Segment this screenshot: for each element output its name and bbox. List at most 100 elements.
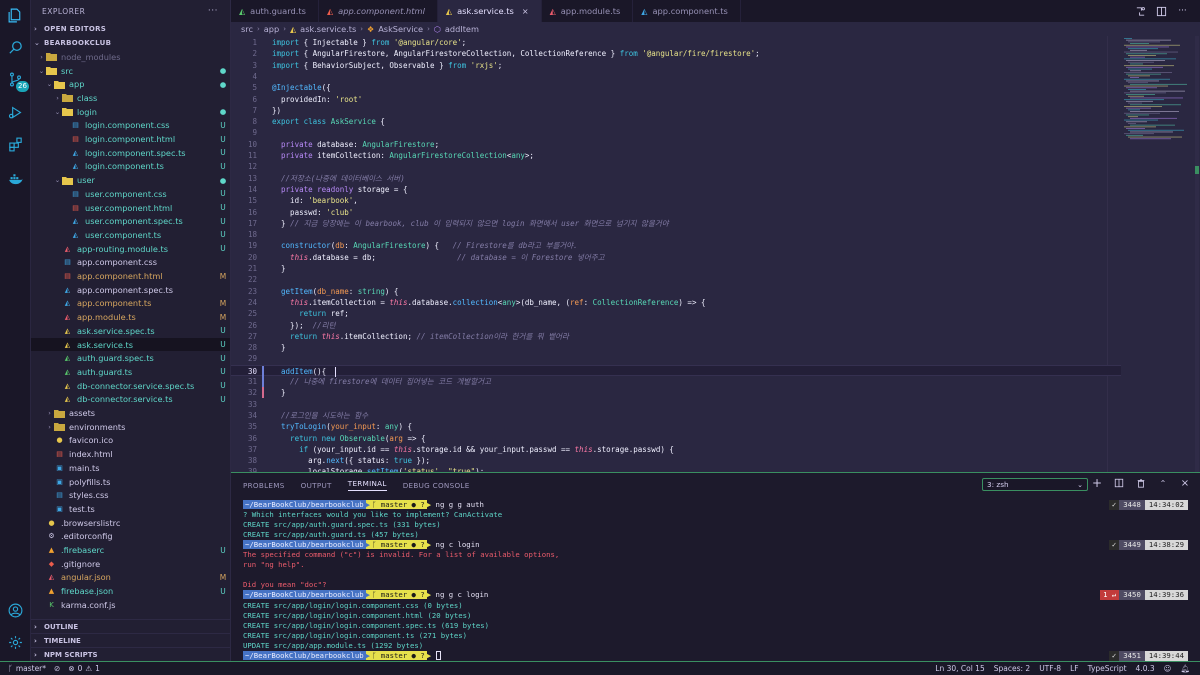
tree-item-login-component-ts[interactable]: ◭ login.component.ts U bbox=[31, 160, 230, 174]
close-panel-icon[interactable]: × bbox=[1180, 477, 1190, 489]
tree-item-test-ts[interactable]: ▣ test.ts bbox=[31, 502, 230, 516]
problems-item[interactable]: ⊗ 0 ⚠ 1 bbox=[68, 664, 100, 673]
outline-section[interactable]: › OUTLINE bbox=[31, 619, 230, 633]
tree-item-auth-guard-spec-ts[interactable]: ◭ auth.guard.spec.ts U bbox=[31, 351, 230, 365]
tree-item-favicon-ico[interactable]: ● favicon.ico bbox=[31, 434, 230, 448]
compare-changes-icon[interactable] bbox=[1135, 6, 1146, 17]
notifications-bell-icon[interactable]: 🔔︎ bbox=[1180, 664, 1190, 673]
cursor-position[interactable]: Ln 30, Col 15 bbox=[935, 664, 984, 673]
indentation[interactable]: Spaces: 2 bbox=[994, 664, 1030, 673]
tree-item-ask-service-spec-ts[interactable]: ◭ ask.service.spec.ts U bbox=[31, 324, 230, 338]
tree-item-user-component-ts[interactable]: ◭ user.component.ts U bbox=[31, 228, 230, 242]
tree-item-login[interactable]: ⌄ login ● bbox=[31, 105, 230, 119]
search-icon[interactable] bbox=[3, 35, 28, 60]
docker-icon[interactable] bbox=[3, 166, 28, 191]
tree-item-app-component-css[interactable]: ▤ app.component.css bbox=[31, 256, 230, 270]
tree-item-app-routing-module-ts[interactable]: ◭ app-routing.module.ts U bbox=[31, 242, 230, 256]
ts-version[interactable]: 4.0.3 bbox=[1136, 664, 1155, 673]
tree-item-assets[interactable]: › assets bbox=[31, 406, 230, 420]
tree-item-styles-css[interactable]: ▤ styles.css bbox=[31, 488, 230, 502]
prompt-path: ~/BearBookClub/bearbookclub bbox=[243, 590, 366, 600]
typescript-file-icon: ▣ bbox=[56, 477, 63, 486]
split-terminal-icon[interactable] bbox=[1114, 477, 1124, 489]
panel-tab-problems[interactable]: PROBLEMS bbox=[243, 481, 285, 490]
tab-app-component-ts[interactable]: ◭ app.component.ts bbox=[633, 0, 741, 22]
explorer-icon[interactable] bbox=[3, 3, 28, 28]
tree-item-index-html[interactable]: ▤ index.html bbox=[31, 447, 230, 461]
maximize-panel-icon[interactable]: ⌃ bbox=[1158, 477, 1168, 489]
run-debug-icon[interactable] bbox=[3, 100, 28, 125]
tree-item-login-component-css[interactable]: ▤ login.component.css U bbox=[31, 119, 230, 133]
tree-item-user-component-css[interactable]: ▤ user.component.css U bbox=[31, 187, 230, 201]
tab-auth-guard-ts[interactable]: ◭ auth.guard.ts bbox=[231, 0, 320, 22]
explorer-more-button[interactable]: ··· bbox=[208, 6, 218, 16]
more-actions-icon[interactable]: ··· bbox=[1177, 6, 1188, 17]
panel-tab-terminal[interactable]: TERMINAL bbox=[347, 479, 387, 491]
git-status-badge: U bbox=[220, 161, 226, 171]
timeline-section[interactable]: › TIMELINE bbox=[31, 633, 230, 647]
open-editors-section[interactable]: › OPEN EDITORS bbox=[31, 22, 230, 36]
tree-item-db-connector-service-ts[interactable]: ◭ db-connector.service.ts U bbox=[31, 393, 230, 407]
code-editor[interactable]: 1 import { Injectable } from '@angular/co… bbox=[231, 36, 1200, 472]
tree-item-app-component-spec-ts[interactable]: ◭ app.component.spec.ts bbox=[31, 283, 230, 297]
tree-item-node_modules[interactable]: › node_modules bbox=[31, 50, 230, 64]
breadcrumb-item[interactable]: addItem bbox=[445, 24, 479, 34]
npm-scripts-section[interactable]: › NPM SCRIPTS bbox=[31, 647, 230, 661]
tab-app-component-html[interactable]: ◭ app.component.html bbox=[319, 0, 438, 22]
line-content: private readonly storage = { bbox=[272, 184, 407, 195]
split-editor-icon[interactable] bbox=[1156, 6, 1167, 17]
end-of-line[interactable]: LF bbox=[1070, 664, 1079, 673]
tree-item-src[interactable]: ⌄ src ● bbox=[31, 64, 230, 78]
tab-app-module-ts[interactable]: ◭ app.module.ts bbox=[542, 0, 634, 22]
breadcrumb-item[interactable]: app bbox=[264, 24, 279, 34]
tree-item-user[interactable]: ⌄ user ● bbox=[31, 173, 230, 187]
tree-item--firebaserc[interactable]: ▲ .firebaserc U bbox=[31, 543, 230, 557]
tree-item-db-connector-service-spec-ts[interactable]: ◭ db-connector.service.spec.ts U bbox=[31, 379, 230, 393]
branch-item[interactable]: ᚴ master* bbox=[8, 664, 46, 673]
tree-item-karma-conf-js[interactable]: Kkarma.conf.js bbox=[31, 598, 230, 612]
tree-item--gitignore[interactable]: ◆ .gitignore bbox=[31, 557, 230, 571]
tree-item-label: styles.css bbox=[69, 490, 109, 501]
breadcrumb-item[interactable]: ask.service.ts bbox=[300, 24, 356, 34]
tree-item-user-component-html[interactable]: ▤ user.component.html U bbox=[31, 201, 230, 215]
tree-item--browserslistrc[interactable]: ● .browserslistrc bbox=[31, 516, 230, 530]
tree-item-main-ts[interactable]: ▣ main.ts bbox=[31, 461, 230, 475]
project-section[interactable]: ⌄ BEARBOOKCLUB bbox=[31, 36, 230, 50]
encoding[interactable]: UTF-8 bbox=[1039, 664, 1061, 673]
breadcrumb-item[interactable]: src bbox=[241, 24, 253, 34]
tab-ask-service-ts[interactable]: ◭ ask.service.ts × bbox=[437, 0, 542, 22]
language-mode[interactable]: TypeScript bbox=[1088, 664, 1127, 673]
editor-scrollbar[interactable] bbox=[1194, 36, 1200, 472]
tree-item-app-component-ts[interactable]: ◭ app.component.ts M bbox=[31, 297, 230, 311]
tree-item-firebase-json[interactable]: ▲ firebase.json U bbox=[31, 584, 230, 598]
tree-item-ask-service-ts[interactable]: ◭ ask.service.ts U bbox=[31, 337, 230, 352]
feedback-icon[interactable]: ☺ bbox=[1164, 664, 1172, 673]
tree-item-app[interactable]: ⌄ app ● bbox=[31, 77, 230, 91]
terminal-select[interactable]: 3: zsh ⌄ bbox=[982, 478, 1088, 491]
code-token: this bbox=[574, 444, 593, 454]
tree-item-angular-json[interactable]: ◭ angular.json M bbox=[31, 571, 230, 585]
tree-item-environments[interactable]: › environments bbox=[31, 420, 230, 434]
source-control-icon[interactable]: 26 bbox=[3, 67, 29, 92]
tree-item--editorconfig[interactable]: ⚙ .editorconfig bbox=[31, 530, 230, 544]
tree-item-class[interactable]: › class bbox=[31, 91, 230, 105]
panel-tab-debug-console[interactable]: DEBUG CONSOLE bbox=[403, 481, 470, 490]
minimap[interactable] bbox=[1120, 36, 1190, 156]
panel-tab-output[interactable]: OUTPUT bbox=[301, 481, 332, 490]
line-content: //로그인을 시도하는 함수 bbox=[272, 410, 368, 421]
tree-item-auth-guard-ts[interactable]: ◭ auth.guard.ts U bbox=[31, 365, 230, 379]
tree-item-login-component-spec-ts[interactable]: ◭ login.component.spec.ts U bbox=[31, 146, 230, 160]
tree-item-polyfills-ts[interactable]: ▣ polyfills.ts bbox=[31, 475, 230, 489]
tree-item-user-component-spec-ts[interactable]: ◭ user.component.spec.ts U bbox=[31, 214, 230, 228]
settings-gear-icon[interactable] bbox=[3, 630, 28, 655]
tree-item-app-component-html[interactable]: ▤ app.component.html M bbox=[31, 269, 230, 283]
close-icon[interactable]: × bbox=[522, 7, 529, 16]
tree-item-app-module-ts[interactable]: ◭ app.module.ts M bbox=[31, 310, 230, 324]
sync-icon[interactable]: ⊘ bbox=[54, 664, 60, 673]
extensions-icon[interactable] bbox=[3, 132, 28, 157]
breadcrumb-item[interactable]: AskService bbox=[378, 24, 423, 34]
account-icon[interactable] bbox=[3, 598, 28, 623]
new-terminal-icon[interactable]: + bbox=[1092, 476, 1102, 490]
kill-terminal-icon[interactable] bbox=[1136, 477, 1146, 489]
tree-item-login-component-html[interactable]: ▤ login.component.html U bbox=[31, 132, 230, 146]
